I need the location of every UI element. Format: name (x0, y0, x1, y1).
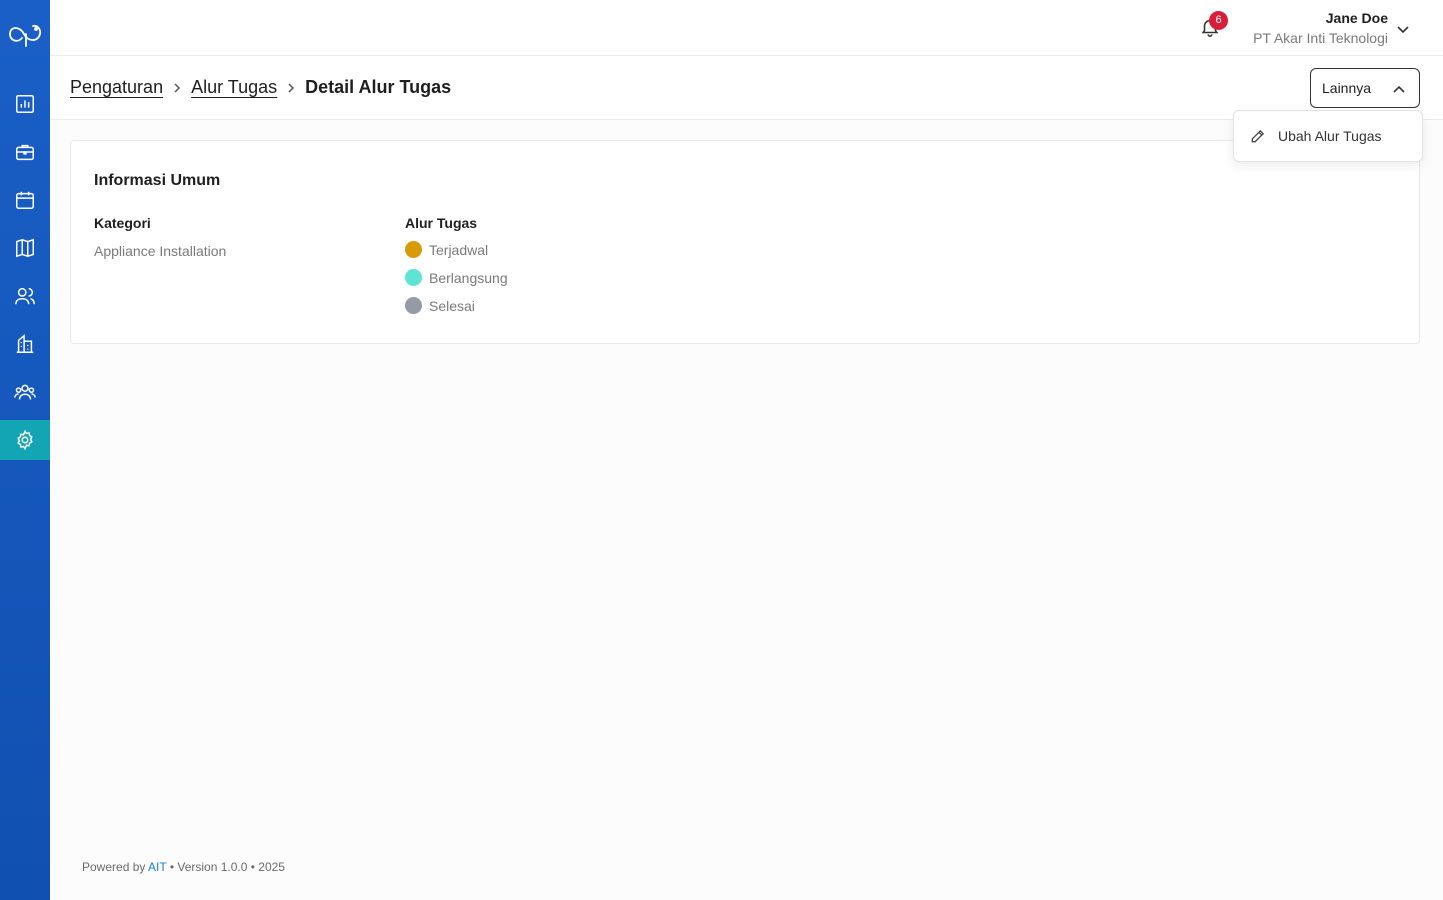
sidebar-item-schedule[interactable] (0, 180, 50, 220)
map-icon (16, 238, 34, 258)
more-actions-label: Lainnya (1322, 80, 1372, 96)
sidebar-item-jobs[interactable] (0, 132, 50, 172)
top-header: 6 Jane Doe PT Akar Inti Teknologi (50, 0, 1443, 56)
category-label: Kategori (94, 215, 151, 231)
team-icon (14, 384, 36, 400)
general-info-card: Informasi Umum Kategori Appliance Instal… (70, 140, 1420, 344)
more-actions-button[interactable]: Lainnya (1310, 68, 1420, 108)
status-label: Selesai (429, 297, 475, 314)
page-title: Detail Alur Tugas (305, 77, 452, 97)
pencil-icon (1251, 129, 1265, 142)
more-actions-menu: Ubah Alur Tugas (1233, 110, 1423, 162)
breadcrumb: Pengaturan Alur Tugas Detail Alur Tugas (70, 77, 451, 98)
users-icon (15, 287, 35, 305)
card-title: Informasi Umum (94, 172, 221, 189)
chevron-right-icon (288, 82, 295, 93)
notification-badge: 6 (1209, 11, 1228, 30)
status-dot (405, 241, 422, 258)
breadcrumb-settings-link[interactable]: Pengaturan (70, 77, 163, 98)
edit-workflow-menu-item[interactable]: Ubah Alur Tugas (1234, 111, 1422, 161)
user-organization[interactable]: PT Akar Inti Teknologi (1253, 30, 1388, 46)
chevron-down-icon[interactable] (1396, 22, 1410, 36)
chevron-right-icon (174, 82, 181, 93)
sidebar-item-map[interactable] (0, 228, 50, 268)
footer-version: • Version 1.0.0 • 2025 (166, 860, 285, 874)
status-item: Selesai (405, 297, 475, 314)
sidebar-item-settings[interactable] (0, 420, 50, 460)
status-label: Terjadwal (429, 241, 489, 258)
briefcase-icon (16, 144, 34, 161)
sidebar (0, 0, 50, 900)
footer-prefix: Powered by (82, 860, 149, 874)
breadcrumb-workflow-link[interactable]: Alur Tugas (191, 77, 277, 98)
sidebar-item-company[interactable] (0, 324, 50, 364)
status-item: Berlangsung (405, 269, 508, 286)
calendar-icon (16, 191, 34, 209)
status-dot (405, 297, 422, 314)
edit-workflow-label: Ubah Alur Tugas (1278, 128, 1382, 144)
building-icon (16, 334, 34, 353)
footer: Powered by AIT • Version 1.0.0 • 2025 (82, 860, 285, 874)
gear-icon (17, 429, 33, 451)
bar-chart-icon (16, 95, 34, 113)
sidebar-item-users[interactable] (0, 276, 50, 316)
status-item: Terjadwal (405, 241, 488, 258)
app-logo-icon[interactable] (6, 16, 44, 52)
footer-brand-link[interactable]: AIT (148, 860, 166, 874)
sidebar-item-dashboard[interactable] (0, 84, 50, 124)
sidebar-item-teams[interactable] (0, 372, 50, 412)
chevron-up-icon (1393, 85, 1405, 93)
category-value: Appliance Installation (94, 243, 227, 259)
status-label: Berlangsung (429, 269, 508, 286)
workflow-label: Alur Tugas (405, 215, 478, 231)
user-name[interactable]: Jane Doe (1326, 10, 1388, 26)
status-dot (405, 269, 422, 286)
